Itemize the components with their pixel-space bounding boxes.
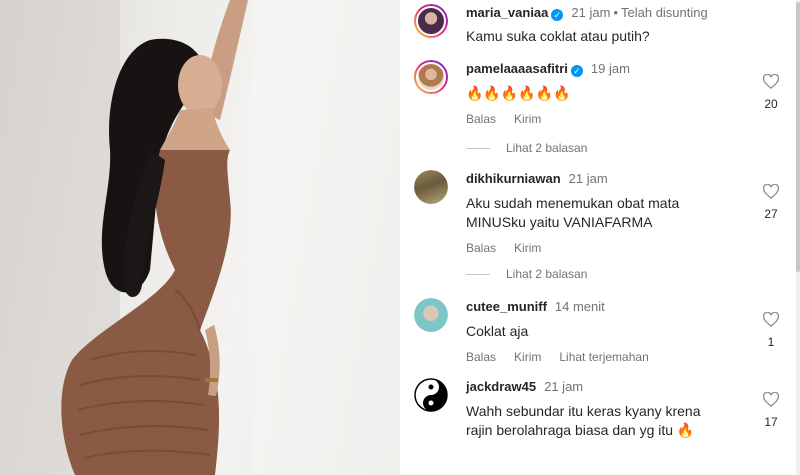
timestamp: 19 jam [590, 61, 630, 76]
like-count: 1 [767, 335, 775, 349]
username[interactable]: maria_vaniaa [466, 5, 548, 20]
like-count: 17 [764, 415, 778, 429]
timestamp: 21 jam [571, 5, 611, 20]
like-count: 27 [764, 207, 778, 221]
comment-text: Wahh sebundar itu keras kyany krena raji… [466, 403, 701, 438]
heart-icon[interactable] [763, 74, 779, 89]
comment-text: 🔥🔥🔥🔥🔥🔥 [466, 85, 571, 101]
like-button[interactable]: 17 [758, 392, 784, 429]
username[interactable]: jackdraw45 [466, 379, 536, 394]
avatar[interactable] [414, 378, 448, 412]
timestamp: 21 jam [544, 379, 584, 394]
yin-yang-icon [414, 378, 448, 412]
caption-text: Kamu suka coklat atau putih? [466, 28, 650, 44]
comments-panel[interactable]: maria_vaniaa ✓ 21 jam • Telah disunting Kamu… [400, 0, 800, 475]
like-count: 20 [764, 97, 778, 111]
reply-button[interactable]: Balas [466, 241, 496, 255]
view-replies-label[interactable]: Lihat 2 balasan [506, 267, 587, 281]
scrollbar-thumb[interactable] [796, 2, 800, 272]
like-button[interactable]: 1 [758, 312, 784, 349]
reply-button[interactable]: Balas [466, 112, 496, 126]
heart-icon[interactable] [763, 312, 779, 327]
username[interactable]: cutee_muniff [466, 299, 547, 314]
send-button[interactable]: Kirim [514, 241, 541, 255]
verified-badge-icon: ✓ [551, 9, 564, 21]
timestamp: 14 menit [554, 299, 605, 314]
post-photo [0, 0, 400, 475]
username[interactable]: dikhikurniawan [466, 171, 561, 186]
translate-button[interactable]: Lihat terjemahan [559, 350, 648, 364]
divider [466, 274, 490, 276]
view-replies-label[interactable]: Lihat 2 balasan [506, 141, 587, 155]
timestamp: 21 jam [568, 171, 608, 186]
comment-text: Aku sudah menemukan obat mata MINUSku ya… [466, 195, 680, 230]
divider [466, 148, 490, 150]
woman-in-brown-dress-illustration [0, 0, 400, 475]
heart-icon[interactable] [763, 184, 779, 199]
avatar[interactable] [414, 60, 448, 94]
avatar[interactable] [414, 4, 448, 38]
send-button[interactable]: Kirim [514, 350, 541, 364]
verified-badge-icon: ✓ [570, 65, 583, 77]
avatar[interactable] [414, 298, 448, 332]
view-replies-link[interactable]: Lihat 2 balasan [466, 141, 587, 155]
reply-button[interactable]: Balas [466, 350, 496, 364]
username[interactable]: pamelaaaasafitri [466, 61, 568, 76]
like-button[interactable]: 27 [758, 184, 784, 221]
avatar[interactable] [414, 170, 448, 204]
send-button[interactable]: Kirim [514, 112, 541, 126]
comment-text: Coklat aja [466, 323, 529, 339]
heart-icon[interactable] [763, 392, 779, 407]
edited-label: Telah disunting [621, 5, 708, 20]
like-button[interactable]: 20 [758, 74, 784, 111]
view-replies-link[interactable]: Lihat 2 balasan [466, 267, 587, 281]
separator-dot: • [613, 5, 618, 20]
scrollbar[interactable] [796, 0, 800, 475]
